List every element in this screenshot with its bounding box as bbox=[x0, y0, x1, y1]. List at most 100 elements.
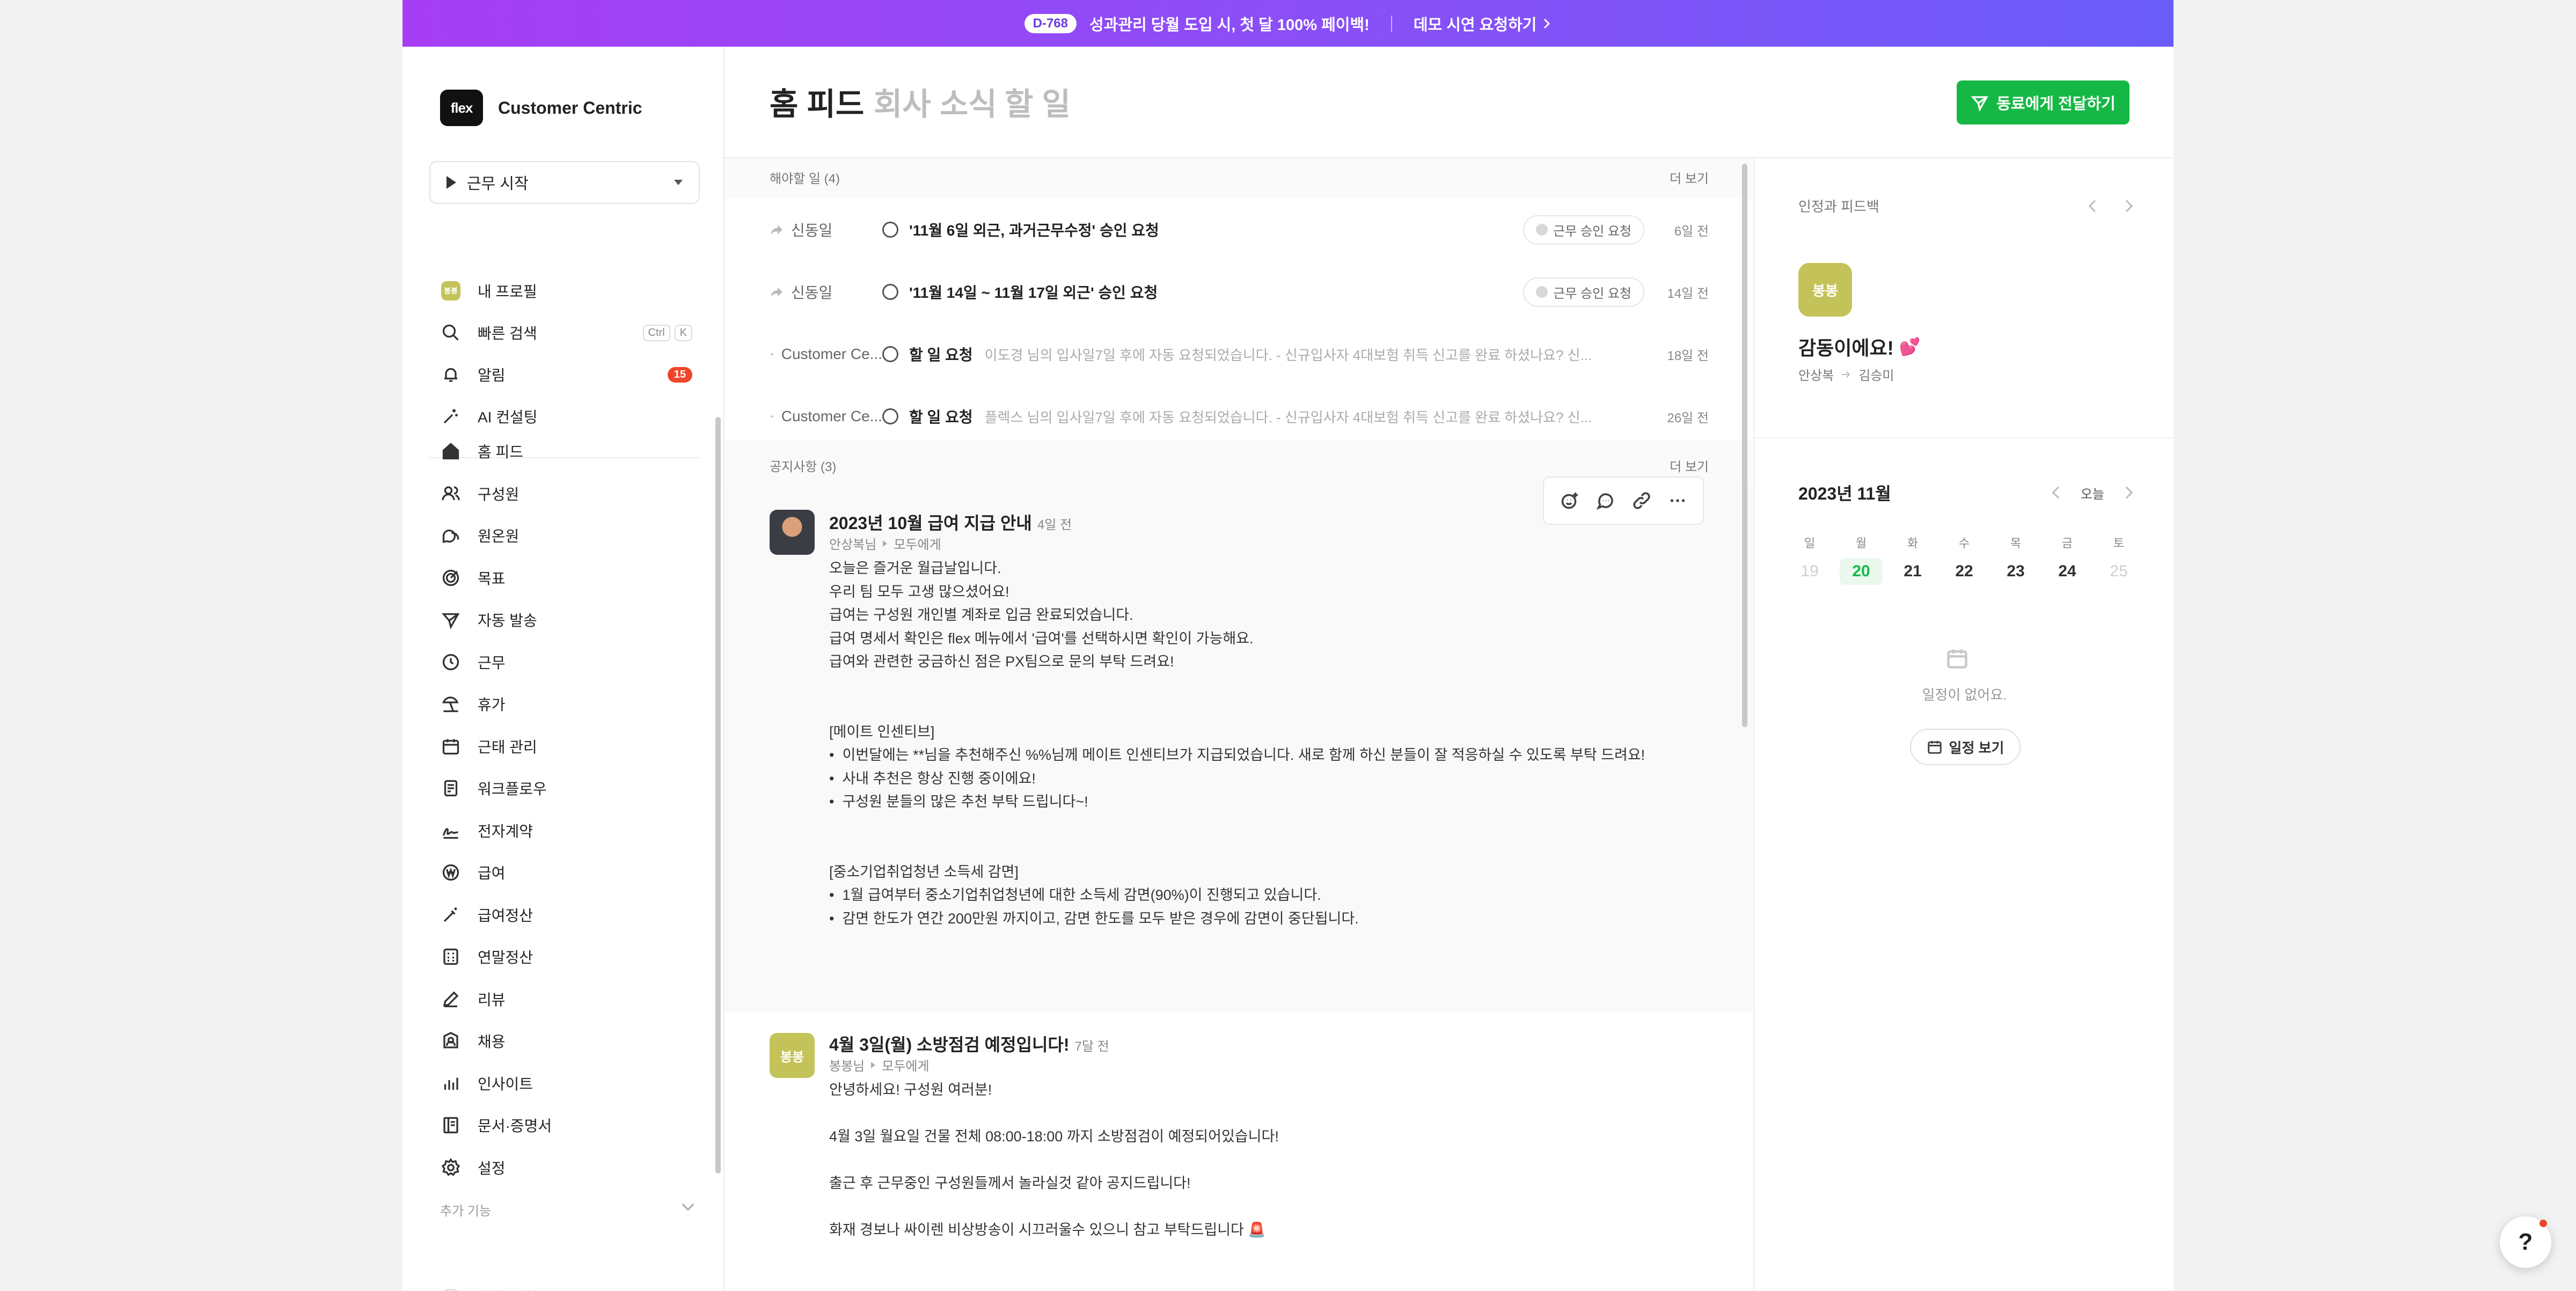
sidebar-item-quick-search[interactable]: 빠른 검색 Ctrl K bbox=[440, 317, 692, 349]
sidebar-item-payroll-settlement[interactable]: 급여정산 bbox=[440, 899, 692, 931]
feed-scrollbar[interactable] bbox=[1742, 164, 1747, 727]
company-switcher[interactable]: flex Customer Centric bbox=[440, 90, 642, 126]
sidebar-item-work[interactable]: 근무 bbox=[440, 646, 692, 678]
calendar-day[interactable]: 22 bbox=[1943, 558, 1986, 585]
more-icon[interactable] bbox=[1668, 491, 1687, 510]
notice-post[interactable]: 2023년 10월 급여 지급 안내 4일 전 안상복님 모두에게 오늘은 즐거운 … bbox=[724, 476, 1752, 1011]
post-time: 4일 전 bbox=[1037, 518, 1072, 532]
sidebar-item-label: 자동 발송 bbox=[478, 612, 537, 629]
weekday-label: 금 bbox=[2061, 537, 2073, 550]
todo-time: 14일 전 bbox=[1667, 286, 1709, 301]
notice-more-link[interactable]: 더 보기 bbox=[1670, 456, 1709, 475]
sidebar-item-my-profile[interactable]: 봉봉 내 프로필 bbox=[440, 275, 692, 307]
sidebar-item-label: AI 컨설팅 bbox=[478, 409, 538, 426]
sidebar-item-documents[interactable]: 문서·증명서 bbox=[440, 1109, 692, 1141]
todo-checkbox[interactable] bbox=[882, 408, 898, 424]
todo-item[interactable]: Customer Ce... 할 일 요청 이도경 님의 입사일7일 후에 자동… bbox=[770, 323, 1709, 385]
chevron-left-icon[interactable] bbox=[2052, 486, 2065, 499]
sidebar-item-workflow[interactable]: 워크플로우 bbox=[440, 772, 692, 804]
kbd-k: K bbox=[674, 324, 692, 341]
chevron-right-icon[interactable] bbox=[2120, 486, 2133, 499]
emoji-react-icon[interactable] bbox=[1560, 491, 1579, 510]
sidebar-item-settings[interactable]: 설정 bbox=[440, 1151, 692, 1184]
forward-button-label: 동료에게 전달하기 bbox=[1996, 96, 2116, 113]
chevron-right-icon bbox=[1544, 18, 1550, 28]
calendar-day-today[interactable]: 20 bbox=[1840, 558, 1883, 585]
weekday-label: 수 bbox=[1958, 537, 1970, 550]
sidebar-item-label: 빠른 검색 bbox=[478, 325, 537, 342]
beach-umbrella-icon bbox=[440, 693, 462, 715]
sidebar-item-review[interactable]: 리뷰 bbox=[440, 983, 692, 1015]
sidebar-item-goals[interactable]: 목표 bbox=[440, 562, 692, 594]
won-coin-icon bbox=[440, 862, 462, 883]
sidebar-item-vacation[interactable]: 휴가 bbox=[440, 688, 692, 720]
help-button[interactable]: ? bbox=[2500, 1216, 2551, 1268]
sidebar-item-auto-send[interactable]: 자동 발송 bbox=[440, 604, 692, 636]
sidebar-item-attendance[interactable]: 근태 관리 bbox=[440, 730, 692, 762]
calendar-day[interactable]: 23 bbox=[1994, 558, 2037, 585]
tab-todo[interactable]: 할 일 bbox=[1005, 79, 1071, 124]
sidebar-item-year-end-settlement[interactable]: 연말정산 bbox=[440, 941, 692, 973]
author-avatar[interactable]: 봉봉 bbox=[770, 1033, 815, 1078]
calendar-icon bbox=[440, 736, 462, 757]
clock-pie-icon bbox=[1536, 224, 1548, 236]
notice-post[interactable]: 봉봉 4월 3일(월) 소방점검 예정입니다! 7달 전 봉봉님 모두에게 안녕하세… bbox=[724, 1011, 1752, 1291]
profile-avatar: 봉봉 bbox=[441, 281, 460, 300]
sidebar-item-payroll[interactable]: 급여 bbox=[440, 856, 692, 889]
calendar-header: 2023년 11월 오늘 bbox=[1798, 480, 2133, 505]
sidebar-item-recruiting[interactable]: 채용 bbox=[440, 1025, 692, 1057]
target-icon bbox=[440, 567, 462, 589]
sidebar-item-insight[interactable]: 인사이트 bbox=[440, 1067, 692, 1099]
sidebar-item-members[interactable]: 구성원 bbox=[440, 478, 692, 510]
link-icon[interactable] bbox=[1632, 491, 1651, 510]
todo-checkbox[interactable] bbox=[882, 284, 898, 300]
sidebar-item-one-on-one[interactable]: 원온원 bbox=[440, 519, 692, 552]
view-schedule-button[interactable]: 일정 보기 bbox=[1910, 729, 2021, 765]
triangle-right-icon bbox=[883, 540, 888, 547]
forward-arrow-icon bbox=[771, 287, 782, 297]
calendar-day[interactable]: 21 bbox=[1891, 558, 1934, 585]
forward-to-colleague-button[interactable]: 동료에게 전달하기 bbox=[1957, 80, 2129, 124]
today-button[interactable]: 오늘 bbox=[2081, 483, 2104, 502]
praise-text: 감동이에요! bbox=[1798, 337, 1894, 359]
tab-company-news[interactable]: 회사 소식 bbox=[874, 79, 997, 124]
comment-icon[interactable] bbox=[1596, 491, 1615, 510]
promo-separator bbox=[1391, 15, 1392, 32]
calendar-day[interactable]: 24 bbox=[2046, 558, 2089, 585]
work-start-button[interactable]: 근무 시작 bbox=[429, 161, 700, 204]
badge-person-icon bbox=[440, 1030, 462, 1052]
todo-item[interactable]: 신동일 '11월 6일 외근, 과거근무수정' 승인 요청 근무 승인 요청 6… bbox=[770, 199, 1709, 261]
todo-item[interactable]: 신동일 '11월 14일 ~ 11월 17일 외근' 승인 요청 근무 승인 요… bbox=[770, 261, 1709, 323]
extra-features-toggle[interactable]: 추가 기능 bbox=[440, 1198, 694, 1219]
post-author: 안상복님 bbox=[829, 538, 877, 552]
calendar-day[interactable]: 25 bbox=[2097, 558, 2140, 585]
forward-arrow-icon bbox=[770, 353, 774, 356]
todo-sender-name: Customer Ce... bbox=[781, 408, 882, 424]
sidebar-item-notifications[interactable]: 알림 15 bbox=[440, 358, 692, 391]
demo-request-link[interactable]: 데모 시연 요청하기 bbox=[1414, 12, 1552, 35]
sidebar-scrollbar[interactable] bbox=[715, 417, 721, 1173]
todo-item[interactable]: Customer Ce... 할 일 요청 플렉스 님의 입사일7일 후에 자동… bbox=[770, 385, 1709, 448]
sidebar-item-insurance[interactable]: 단박 보험 bbox=[440, 1286, 537, 1291]
tab-home-feed[interactable]: 홈 피드 bbox=[770, 79, 864, 124]
pencil-icon bbox=[440, 988, 462, 1010]
sidebar-item-label: 전자계약 bbox=[478, 823, 533, 840]
chevron-left-icon[interactable] bbox=[2088, 200, 2101, 212]
promo-banner[interactable]: D-768 성과관리 당월 도입 시, 첫 달 100% 페이백! 데모 시연 … bbox=[402, 0, 2174, 47]
sidebar-item-label: 연말정산 bbox=[478, 949, 533, 966]
sidebar-item-e-contract[interactable]: 전자계약 bbox=[440, 815, 692, 847]
chevron-right-icon[interactable] bbox=[2120, 200, 2133, 212]
caret-down-icon[interactable] bbox=[674, 180, 683, 185]
weekday-label: 목 bbox=[2010, 537, 2022, 550]
post-audience: 모두에게 bbox=[882, 1059, 930, 1074]
todo-sender-name: 신동일 bbox=[791, 222, 833, 239]
triangle-right-icon bbox=[871, 1061, 876, 1068]
todo-more-link[interactable]: 더 보기 bbox=[1670, 168, 1709, 187]
post-meta: 봉봉님 모두에게 bbox=[829, 1055, 930, 1074]
sidebar-item-home-feed[interactable]: 홈 피드 bbox=[440, 435, 692, 467]
calendar-day[interactable]: 19 bbox=[1788, 558, 1831, 585]
author-avatar[interactable] bbox=[770, 510, 815, 555]
todo-checkbox[interactable] bbox=[882, 346, 898, 362]
sidebar-item-ai-consulting[interactable]: AI 컨설팅 bbox=[440, 400, 692, 432]
todo-checkbox[interactable] bbox=[882, 222, 898, 238]
